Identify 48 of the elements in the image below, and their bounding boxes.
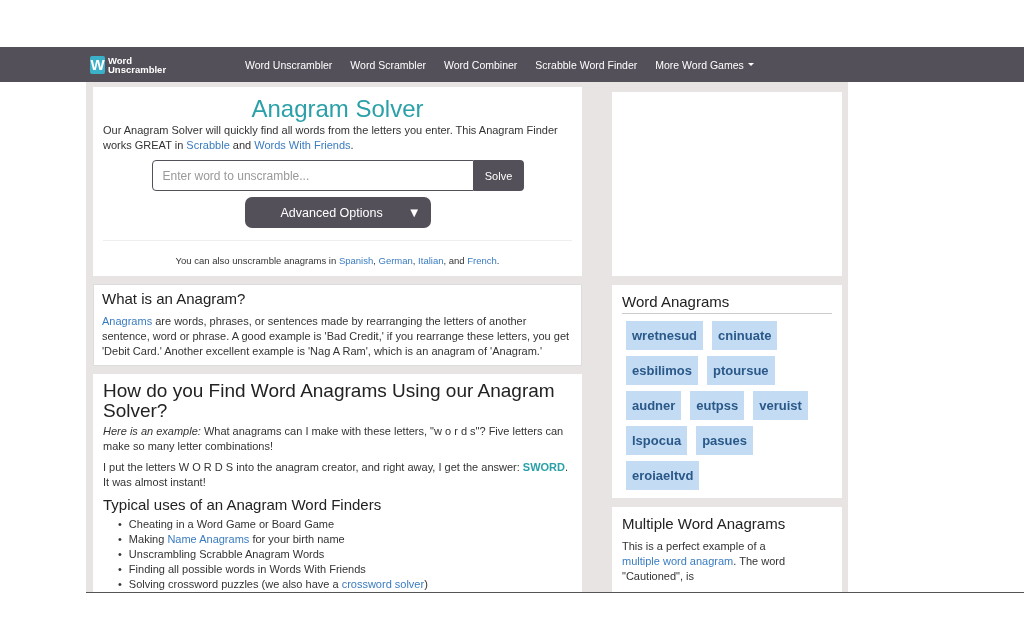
section-heading: What is an Anagram? (102, 290, 247, 308)
word-tag[interactable]: eutpss (690, 391, 745, 420)
article-paragraph: Here is an example: What anagrams can I make with these letters, "w o r d s"? Five letters can make so many letter combinations! (103, 424, 565, 454)
nav-link[interactable]: Word Scrambler (342, 58, 434, 71)
bullet: • (118, 577, 122, 592)
nav-link[interactable]: Word Unscrambler (237, 58, 341, 71)
bullet: • (118, 517, 122, 532)
section-text: This is a perfect example of a multiple word anagram. The word "Cautioned", is (622, 539, 787, 584)
advanced-options-button[interactable]: Advanced Options ▼ (244, 197, 431, 228)
link[interactable]: German (378, 255, 413, 266)
search-field[interactable]: Enter word to unscramble... (151, 160, 474, 191)
logo-text[interactable]: Word Unscrambler (108, 55, 167, 74)
solve-button[interactable]: Solve (473, 160, 524, 191)
page-title: Anagram Solver (251, 95, 424, 123)
list-item: Unscrambling Scrabble Anagram Words (128, 547, 325, 562)
article-paragraph: I put the letters W O R D S into the anagram creator, and right away, I get the answer: SWORD. It was almost instant! (103, 460, 570, 490)
bullet: • (118, 562, 122, 577)
bullet: • (118, 532, 122, 547)
article-heading: How do you Find Word Anagrams Using our Anagram Solver? (103, 381, 556, 421)
link[interactable]: Words With Friends (254, 139, 351, 151)
list-item: Making Name Anagrams for your birth name (128, 532, 345, 547)
languages-text: You can also unscramble anagrams in Spanish, German, Italian, and French. (175, 254, 500, 268)
word-tag[interactable]: cninuate (712, 321, 778, 350)
word-tag[interactable]: veruist (753, 391, 808, 420)
word-tag[interactable]: pasues (696, 426, 753, 455)
section-heading: Word Anagrams (622, 293, 832, 314)
list-item: Solving crossword puzzles (we also have a crossword solver) (128, 577, 428, 592)
word-tag[interactable]: lspocua (626, 426, 688, 455)
bullet: • (118, 547, 122, 562)
link[interactable]: Scrabble (186, 139, 230, 151)
link[interactable]: crossword solver (341, 578, 425, 590)
word-tag[interactable]: audner (626, 391, 682, 420)
section-heading: Multiple Word Anagrams (622, 515, 787, 533)
intro-text: Our Anagram Solver will quickly find all words from the letters you enter. This Anagram Finder works GREAT in Scrabble and Words With Friends. (103, 123, 559, 153)
list-item: Cheating in a Word Game or Board Game (128, 517, 335, 532)
list-item: Finding all possible words in Words With Friends (128, 562, 366, 577)
word-tag[interactable]: eroiaeltvd (626, 461, 700, 490)
definition-text: Anagrams are words, phrases, or sentences made by rearranging the letters of another sentence, word or phrase. A good example is 'Bad Credit,' if you rearrange these letters, you get 'Debit Card.' Another excellent example is 'Nag A Ram', which is an anagram of 'Anagram.' (102, 314, 571, 359)
nav-link[interactable]: Scrabble Word Finder (527, 58, 646, 71)
nav-link[interactable]: More Word Games (647, 58, 762, 71)
word-tag[interactable]: wretnesud (626, 321, 703, 350)
word-tag[interactable]: ptoursue (706, 356, 775, 385)
link[interactable]: Name Anagrams (167, 533, 250, 545)
link[interactable]: Anagrams (102, 315, 153, 327)
nav-link[interactable]: Word Combiner (436, 58, 526, 71)
word-tag[interactable]: esbilimos (626, 356, 698, 385)
link[interactable]: French (467, 255, 497, 266)
section-heading: Typical uses of an Anagram Word Finders (103, 496, 383, 514)
